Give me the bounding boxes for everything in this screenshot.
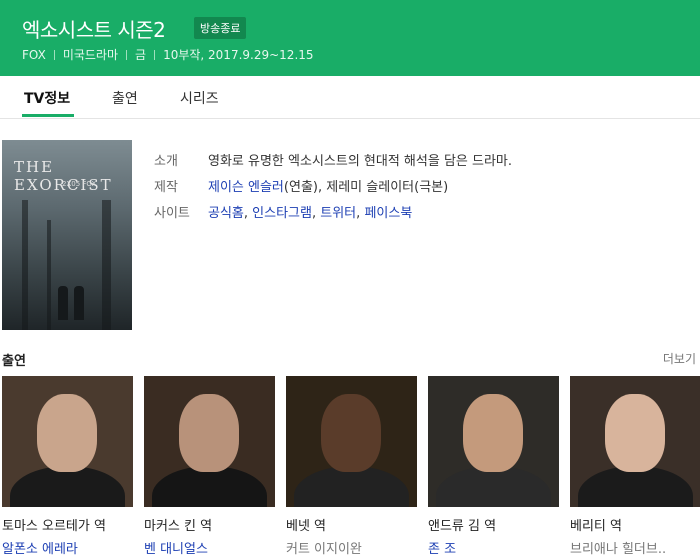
site-link-facebook[interactable]: 페이스북	[364, 206, 412, 221]
show-title[interactable]: 엑소시스트 시즌2	[22, 14, 166, 43]
tab-bar: TV정보 출연 시리즈	[0, 76, 700, 119]
cast-photo-body	[436, 466, 551, 507]
divider	[154, 50, 156, 60]
more-link[interactable]: 더보기	[663, 350, 696, 367]
writer-role: (극본)	[414, 180, 449, 195]
cast-role: 베리티 역	[570, 519, 622, 534]
cast-photo[interactable]	[286, 376, 417, 507]
poster-figure	[58, 286, 68, 320]
cast-photo[interactable]	[428, 376, 559, 507]
poster-tree	[22, 200, 28, 330]
separator-comma: ,	[243, 206, 249, 221]
cast-photo-face	[463, 394, 523, 472]
cast-photo-body	[152, 466, 267, 507]
production-label: 제작	[154, 180, 178, 195]
site-label: 사이트	[154, 206, 190, 221]
site-link-official[interactable]: 공식홈	[208, 206, 244, 221]
intro-text: 영화로 유명한 엑소시스트의 현대적 해석을 담은 드라마.	[208, 154, 513, 169]
status-badge: 방송종료	[194, 17, 247, 39]
poster-tree	[102, 200, 111, 330]
site-links: 공식홈, 인스타그램, 트위터, 페이스북	[208, 202, 412, 221]
separator-comma: ,	[311, 206, 317, 221]
poster-figure	[74, 286, 84, 320]
separator-comma: ,	[317, 180, 323, 195]
poster-image[interactable]: THE EXORCIST 2X05 FOX	[2, 140, 132, 330]
site-link-twitter[interactable]: 트위터	[320, 206, 356, 221]
cast-heading: 출연	[2, 354, 26, 369]
separator-comma: ,	[356, 206, 361, 221]
cast-role: 앤드류 김 역	[428, 519, 497, 534]
tab-cast[interactable]: 출연	[112, 88, 138, 108]
meta-network[interactable]: FOX	[22, 48, 46, 62]
poster-title: THE EXORCIST	[14, 158, 113, 194]
active-tab-indicator	[22, 114, 74, 117]
cast-actor-name[interactable]: 알폰소 에레라	[2, 538, 133, 557]
cast-role: 마커스 킨 역	[144, 519, 213, 534]
divider	[53, 50, 55, 60]
cast-card[interactable]: 베넷 역커트 이지이완	[286, 376, 417, 557]
cast-actor-name[interactable]: 존 조	[428, 538, 559, 557]
cast-actor-name[interactable]: 벤 대니얼스	[144, 538, 275, 557]
cast-photo-body	[578, 466, 693, 507]
site-link-instagram[interactable]: 인스타그램	[252, 206, 312, 221]
poster-network: 2X05 FOX	[62, 180, 97, 188]
cast-photo-face	[321, 394, 381, 472]
director-link[interactable]: 제이슨 엔슬러	[208, 180, 284, 195]
intro-label: 소개	[154, 154, 178, 169]
cast-photo-body	[10, 466, 125, 507]
meta-episodes-dates: 10부작, 2017.9.29~12.15	[163, 48, 314, 62]
meta-genre[interactable]: 미국드라마	[63, 48, 118, 62]
cast-photo-body	[294, 466, 409, 507]
cast-photo[interactable]	[144, 376, 275, 507]
cast-actor-name[interactable]: 커트 이지이완	[286, 538, 417, 557]
writer-name[interactable]: 제레미 슬레이터	[326, 180, 414, 195]
director-role: (연출)	[283, 180, 318, 195]
production-value: 제이슨 엔슬러(연출), 제레미 슬레이터(극본)	[208, 176, 448, 195]
show-meta: FOX 미국드라마 금 10부작, 2017.9.29~12.15	[22, 46, 314, 63]
cast-card[interactable]: 앤드류 김 역존 조	[428, 376, 559, 557]
cast-actor-name[interactable]: 브리애나 힐더브..	[570, 538, 700, 557]
title-banner: 엑소시스트 시즌2 방송종료 FOX 미국드라마 금 10부작, 2017.9.29~…	[0, 0, 700, 76]
cast-role: 베넷 역	[286, 519, 327, 534]
tab-series[interactable]: 시리즈	[180, 88, 219, 108]
cast-photo-face	[179, 394, 239, 472]
tab-tv-info[interactable]: TV정보	[24, 88, 70, 108]
cast-photo[interactable]	[570, 376, 700, 507]
cast-role: 토마스 오르테가 역	[2, 519, 106, 534]
cast-card[interactable]: 베리티 역브리애나 힐더브..	[570, 376, 700, 557]
cast-photo[interactable]	[2, 376, 133, 507]
cast-photo-face	[37, 394, 97, 472]
poster-tree	[47, 220, 51, 330]
divider	[126, 50, 128, 60]
cast-photo-face	[605, 394, 665, 472]
cast-card[interactable]: 마커스 킨 역벤 대니얼스	[144, 376, 275, 557]
cast-card[interactable]: 토마스 오르테가 역알폰소 에레라	[2, 376, 133, 557]
meta-day: 금	[135, 48, 147, 62]
